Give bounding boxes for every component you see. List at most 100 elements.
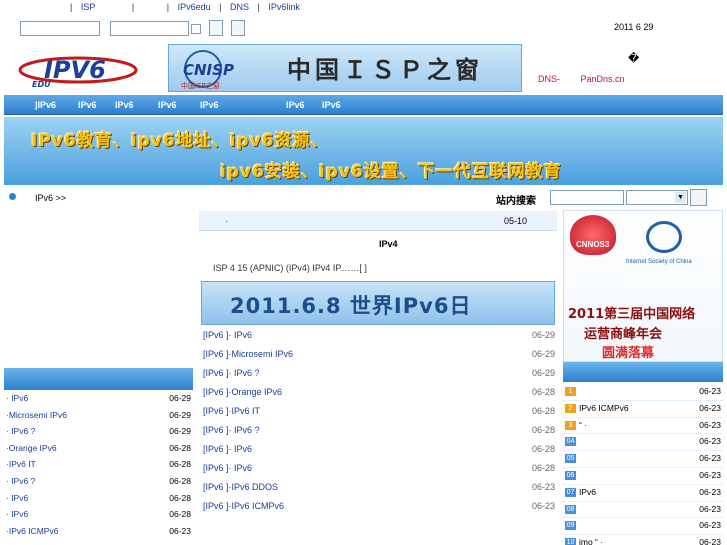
- list-item[interactable]: [IPv6 ]·IPv6 IT 06-28: [201, 403, 555, 422]
- list-item[interactable]: ·Microsemi IPv6 06-29: [4, 409, 193, 426]
- nav-item[interactable]: IPv6: [200, 100, 219, 110]
- list-item-date: 06-23: [699, 520, 721, 531]
- list-item[interactable]: [IPv6 ]·IPv6 ICMPv6 06-23: [201, 498, 555, 517]
- list-item-title[interactable]: imo “ ·: [579, 537, 603, 545]
- left-section-header: [4, 368, 193, 390]
- nav-item[interactable]: IPv6: [286, 100, 305, 110]
- list-item[interactable]: 04 06-23: [563, 434, 723, 452]
- rank-badge: 10: [565, 538, 576, 545]
- list-item[interactable]: · IPv6 ? 06-29: [4, 425, 193, 442]
- top-link-sep: |: [166, 2, 170, 12]
- top-link-sep: |: [219, 2, 222, 12]
- dns-links: DNS- PanDns.cn: [538, 74, 625, 84]
- list-item[interactable]: · IPv6 06-28: [4, 492, 193, 509]
- promo-line1: 2011第三届中国网络: [568, 307, 696, 322]
- rank-badge: 05: [565, 454, 576, 464]
- cnnos-promo-banner[interactable]: CNNOS3 Internet Society of China 2011第三届…: [563, 210, 723, 362]
- list-item[interactable]: 10 imo “ · 06-23: [563, 535, 723, 545]
- nav-item[interactable]: IPv6: [158, 100, 177, 110]
- list-item-date: 06-23: [699, 436, 721, 447]
- register-button[interactable]: [231, 20, 245, 36]
- rank-badge: 06: [565, 470, 576, 480]
- list-item[interactable]: ·Orange IPv6 06-28: [4, 442, 193, 459]
- list-item[interactable]: 2 IPv6 ICMPv6 06-23: [563, 401, 723, 418]
- list-item[interactable]: 1 06-23: [563, 384, 723, 401]
- list-item[interactable]: 05 06-23: [563, 451, 723, 468]
- top-link-sep: |: [70, 2, 73, 12]
- list-item[interactable]: [IPv6 ]·Microsemi IPv6 06-29: [201, 346, 555, 365]
- headline-title[interactable]: IPv4: [379, 239, 398, 249]
- top-link-sep: |: [257, 2, 260, 12]
- nav-item[interactable]: IPv6: [115, 100, 134, 110]
- rank-badge: 09: [565, 521, 576, 531]
- right-ranked-list: 1 06-23 2 IPv6 ICMPv6 06-23 3 “ · 06-23 04 06-23…: [563, 384, 723, 545]
- bullet-icon: [9, 193, 16, 200]
- top-link-isp[interactable]: ISP: [81, 2, 96, 12]
- username-input[interactable]: [20, 21, 100, 36]
- list-item-title[interactable]: IPv6: [579, 487, 596, 497]
- remember-checkbox[interactable]: [191, 24, 201, 34]
- list-item-title[interactable]: “ ·: [579, 420, 587, 430]
- list-item[interactable]: ·IPv6 IT 06-28: [4, 458, 193, 475]
- rank-badge: 04: [565, 437, 576, 447]
- list-item[interactable]: [IPv6 ]· IPv6 06-28: [201, 460, 555, 479]
- list-item[interactable]: · IPv6 ? 06-28: [4, 475, 193, 492]
- list-item[interactable]: 07 IPv6 06-23: [563, 485, 723, 502]
- login-button[interactable]: [209, 20, 223, 36]
- list-item[interactable]: · IPv6 06-29: [4, 392, 193, 409]
- list-item[interactable]: [IPv6 ]· IPv6 06-29: [201, 327, 555, 346]
- world-ipv6-day-banner[interactable]: 2011.6.8 世界IPv6日: [201, 281, 555, 325]
- top-link-sep: |: [131, 2, 135, 12]
- list-item[interactable]: · IPv6 06-28: [4, 508, 193, 525]
- isc-name: Internet Society of China: [626, 259, 692, 265]
- top-link-ipv6edu[interactable]: IPv6edu: [178, 2, 211, 12]
- main-nav: |IPv6 IPv6 IPv6 IPv6 IPv6 IPv6 IPv6: [4, 95, 723, 115]
- list-item-date: 06-23: [699, 402, 721, 413]
- center-news-list: [IPv6 ]· IPv6 06-29 [IPv6 ]·Microsemi IPv…: [201, 327, 555, 517]
- list-item[interactable]: 3 “ · 06-23: [563, 418, 723, 435]
- list-item[interactable]: ·IPv6 ICMPv6 06-23: [4, 525, 193, 542]
- top-links: | ISP | | IPv6edu | DNS | IPv6link: [70, 2, 306, 16]
- svg-text:EDU: EDU: [32, 80, 51, 89]
- password-input[interactable]: [110, 21, 189, 36]
- current-date: 2011 6 29: [614, 22, 654, 32]
- list-item[interactable]: 09 06-23: [563, 518, 723, 536]
- search-button[interactable]: [690, 189, 707, 206]
- top-link-dns[interactable]: DNS: [230, 2, 249, 12]
- list-item[interactable]: 08 06-23: [563, 502, 723, 519]
- chevron-down-icon[interactable]: ▼: [675, 192, 686, 203]
- pandns-link[interactable]: PanDns.cn: [581, 74, 625, 84]
- list-item-date: 06-23: [699, 537, 721, 545]
- isc-logo-icon: [646, 221, 682, 253]
- list-item-date: 06-23: [699, 486, 721, 497]
- top-link-ipv6link[interactable]: IPv6link: [268, 2, 300, 12]
- list-item[interactable]: [IPv6 ]· IPv6 ? 06-29: [201, 365, 555, 384]
- search-category-select[interactable]: ▼: [626, 190, 688, 205]
- search-label: 站内搜索: [496, 196, 536, 207]
- ipv6-edu-logo[interactable]: IPV6 EDU: [4, 45, 152, 90]
- list-item[interactable]: [IPv6 ]· IPv6 06-28: [201, 441, 555, 460]
- nav-item[interactable]: IPv6: [78, 100, 97, 110]
- dns-link[interactable]: DNS-: [538, 74, 560, 84]
- cnisp-banner[interactable]: CNISP 中国ISP之窗 中国ＩＳＰ之窗: [168, 44, 522, 92]
- nav-item[interactable]: IPv6: [322, 100, 341, 110]
- nav-item[interactable]: |IPv6: [35, 100, 56, 110]
- search-input[interactable]: [550, 190, 624, 205]
- svg-text:中国ＩＳＰ之窗: 中国ＩＳＰ之窗: [287, 55, 483, 84]
- breadcrumb: IPv6 >>: [35, 193, 67, 203]
- rank-badge: 2: [565, 403, 576, 413]
- list-item-title[interactable]: IPv6 ICMPv6: [579, 403, 629, 413]
- list-item[interactable]: [IPv6 ]·Orange IPv6 06-28: [201, 384, 555, 403]
- list-item[interactable]: [IPv6 ]·IPv6 DDOS 06-23: [201, 479, 555, 498]
- list-item[interactable]: [IPv6 ]· IPv6 ? 06-28: [201, 422, 555, 441]
- center-head-date: 05-10: [504, 216, 528, 226]
- list-item-date: 06-23: [699, 469, 721, 480]
- ipv6day-text: 2011.6.8 世界IPv6日: [230, 294, 472, 318]
- center-head-title[interactable]: ·: [225, 216, 228, 226]
- promo-line2: 运营商峰年会: [584, 327, 663, 342]
- cnnos-logo: CNNOS3: [570, 215, 616, 255]
- list-item[interactable]: 06 06-23: [563, 468, 723, 485]
- list-item-date: 06-23: [699, 453, 721, 464]
- rank-badge: 3: [565, 420, 576, 430]
- list-item-date: 06-23: [699, 419, 721, 430]
